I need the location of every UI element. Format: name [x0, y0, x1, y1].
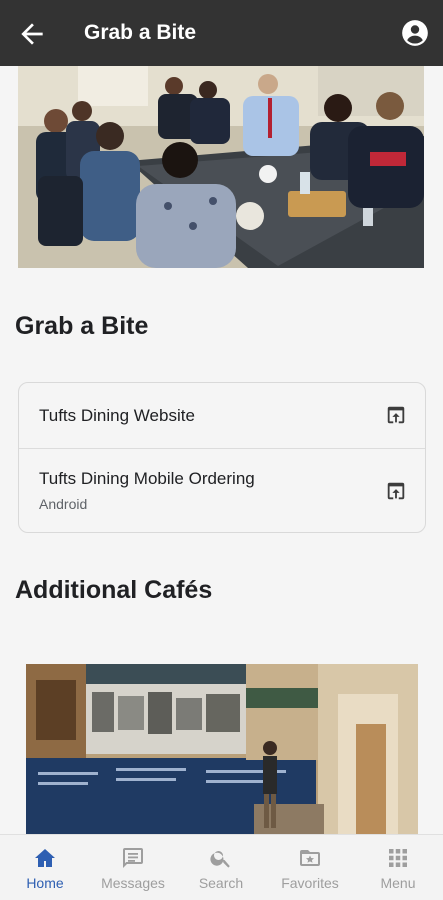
link-label: Tufts Dining Website [39, 406, 195, 425]
nav-favorites[interactable]: Favorites [266, 835, 354, 900]
account-icon[interactable] [401, 19, 429, 47]
nav-home[interactable]: Home [1, 835, 89, 900]
dining-hall-photo [18, 66, 424, 268]
section-title-additional-cafes: Additional Cafés [15, 576, 213, 604]
nav-label: Home [26, 875, 64, 891]
section-title-grab-a-bite: Grab a Bite [15, 312, 149, 340]
home-icon [35, 849, 55, 867]
nav-label: Search [198, 875, 244, 891]
favorites-icon [300, 850, 320, 866]
nav-search[interactable]: Search [177, 835, 265, 900]
nav-label: Messages [101, 875, 165, 891]
nav-label: Favorites [281, 875, 339, 891]
menu-grid-icon [389, 849, 407, 867]
cafe-photo [26, 664, 418, 834]
link-subtitle: Android [39, 496, 88, 512]
main-content[interactable]: Grab a Bite Tufts Dining Website Tufts D… [0, 66, 443, 834]
open-in-new-icon [387, 482, 405, 500]
back-arrow-icon[interactable] [16, 18, 48, 50]
nav-label: Menu [380, 875, 416, 891]
link-tufts-dining-website[interactable]: Tufts Dining Website [19, 383, 425, 449]
open-in-new-icon [387, 406, 405, 424]
search-icon [210, 851, 230, 868]
bottom-navigation: Home Messages Search Favorites Menu [0, 834, 443, 900]
link-tufts-dining-mobile-ordering[interactable]: Tufts Dining Mobile Ordering Android [19, 449, 425, 533]
app-bar: Grab a Bite [0, 0, 443, 66]
nav-menu[interactable]: Menu [354, 835, 442, 900]
links-card: Tufts Dining Website Tufts Dining Mobile… [18, 382, 426, 533]
page-title: Grab a Bite [84, 21, 197, 44]
messages-icon [123, 848, 143, 868]
nav-messages[interactable]: Messages [89, 835, 177, 900]
link-label: Tufts Dining Mobile Ordering [39, 469, 255, 488]
